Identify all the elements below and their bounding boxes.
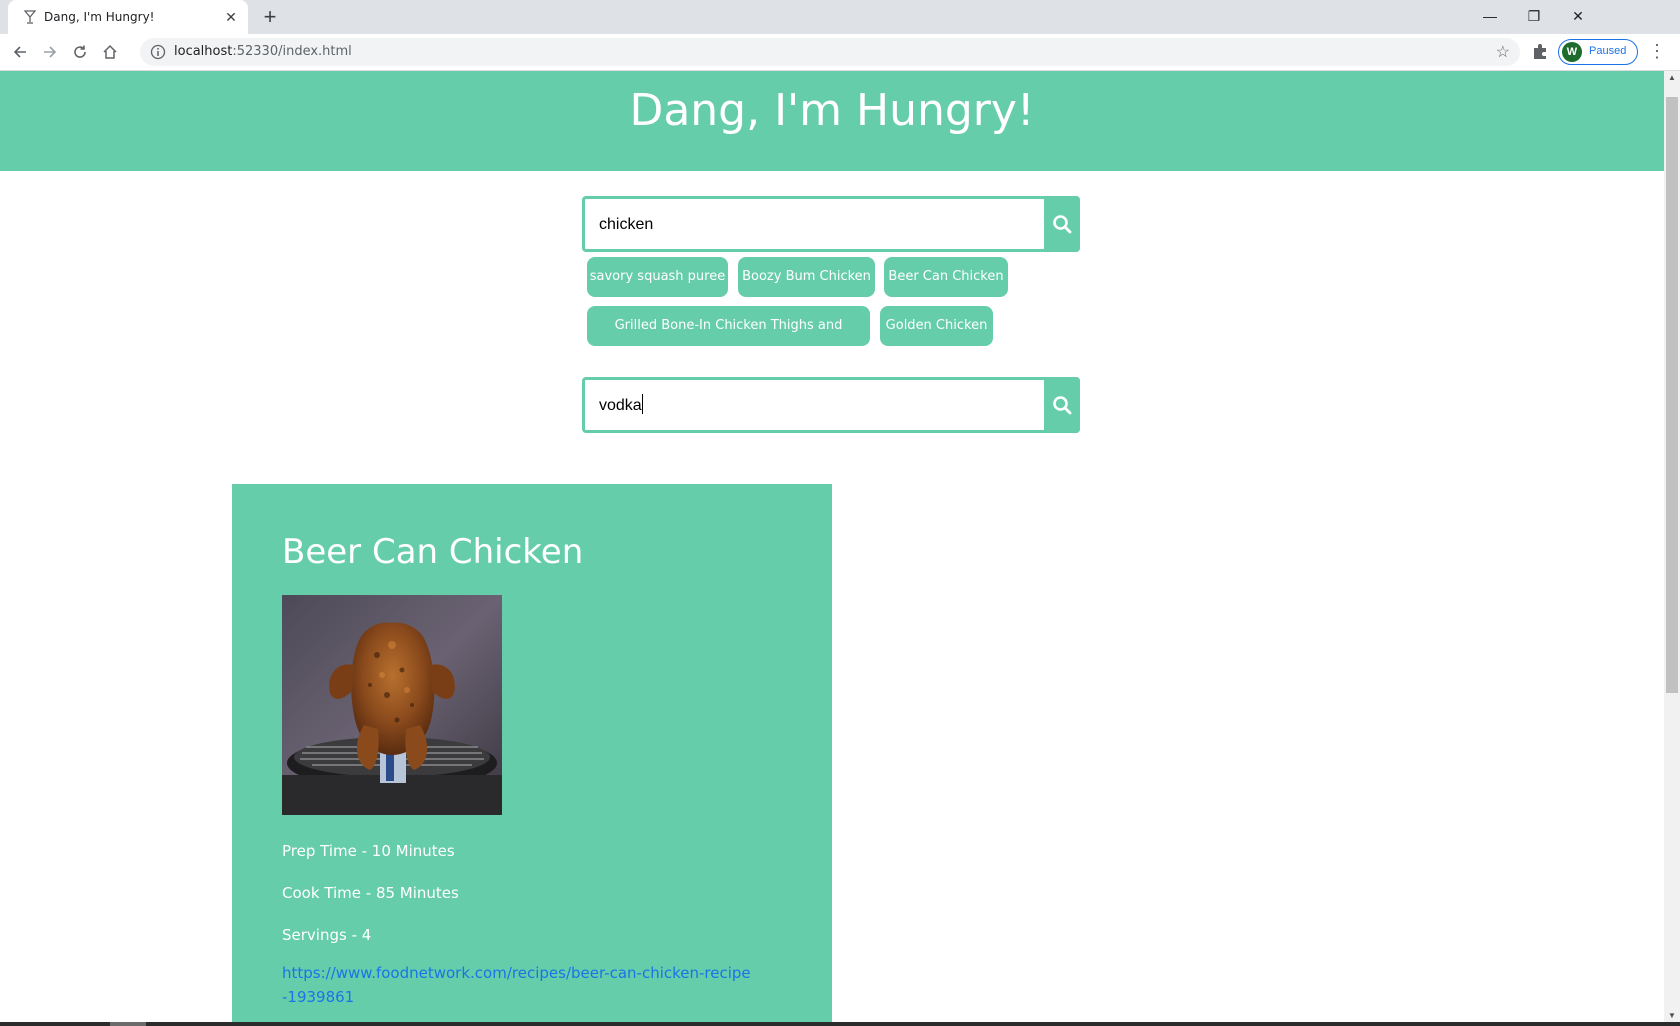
extensions-puzzle-icon[interactable] [1530,42,1550,62]
scroll-up-icon[interactable]: ▲ [1668,73,1676,82]
recipe-link[interactable]: https://www.foodnetwork.com/recipes/beer… [282,961,752,1009]
cook-time: Cook Time - 85 Minutes [282,884,459,902]
url-text: localhost:52330/index.html [174,44,352,59]
avatar: W [1562,42,1582,62]
page-scrollbar[interactable]: ▲ ▼ [1664,71,1680,1022]
scroll-down-icon[interactable]: ▼ [1668,1011,1676,1020]
browser-tab-strip: Dang, I'm Hungry! ✕ + — ❐ ✕ [0,0,1680,34]
browser-toolbar: localhost:52330/index.html ☆ W Paused ⋮ [0,34,1680,71]
profile-status: Paused [1589,45,1627,57]
food-search-box [582,196,1080,252]
text-caret [642,394,643,414]
page-viewport: Dang, I'm Hungry! savory squash puree Bo… [0,71,1664,1022]
recipe-image [282,595,502,815]
recipe-card: Beer Can Chicken Prep Time - 10 Minutes … [232,484,832,1022]
info-icon[interactable] [150,44,166,60]
back-arrow-icon[interactable] [8,40,32,64]
restore-icon[interactable]: ❐ [1514,4,1554,28]
reload-icon[interactable] [68,40,92,64]
suggestion-chip[interactable]: Golden Chicken [880,306,993,346]
food-search-button[interactable] [1044,196,1080,252]
taskbar-segment [110,1022,146,1026]
scrollbar-thumb[interactable] [1666,97,1678,693]
food-search-input[interactable] [599,213,1039,237]
address-bar[interactable]: localhost:52330/index.html ☆ [140,38,1520,66]
taskbar-strip [0,1022,1680,1026]
minimize-icon[interactable]: — [1470,4,1510,28]
suggestion-chip[interactable]: Grilled Bone-In Chicken Thighs and Winge… [587,306,870,373]
cocktail-icon [23,10,37,24]
forward-arrow-icon[interactable] [38,40,62,64]
more-menu-icon[interactable]: ⋮ [1648,42,1666,62]
drink-search-input[interactable] [599,394,1039,418]
new-tab-icon[interactable]: + [258,6,282,30]
suggestion-chip[interactable]: savory squash puree [587,257,728,297]
prep-time: Prep Time - 10 Minutes [282,842,455,860]
search-icon [1053,215,1072,234]
drink-search-button[interactable] [1044,377,1080,433]
suggestion-chip[interactable]: Beer Can Chicken [884,257,1008,297]
search-icon [1053,396,1072,415]
page-title: Dang, I'm Hungry! [629,85,1035,136]
browser-tab[interactable]: Dang, I'm Hungry! ✕ [8,0,248,34]
servings: Servings - 4 [282,926,372,944]
url-path: :52330/index.html [232,44,352,59]
tab-title: Dang, I'm Hungry! [44,10,155,24]
page-header: Dang, I'm Hungry! [0,71,1664,171]
recipe-title: Beer Can Chicken [282,532,584,572]
close-tab-icon[interactable]: ✕ [222,8,240,26]
drink-search-box [582,377,1080,433]
suggestion-chip[interactable]: Boozy Bum Chicken [738,257,875,297]
home-icon[interactable] [98,40,122,64]
bookmark-star-icon[interactable]: ☆ [1496,42,1510,62]
url-host: localhost [174,44,233,59]
profile-button[interactable]: W Paused [1558,39,1638,65]
close-window-icon[interactable]: ✕ [1558,4,1598,28]
